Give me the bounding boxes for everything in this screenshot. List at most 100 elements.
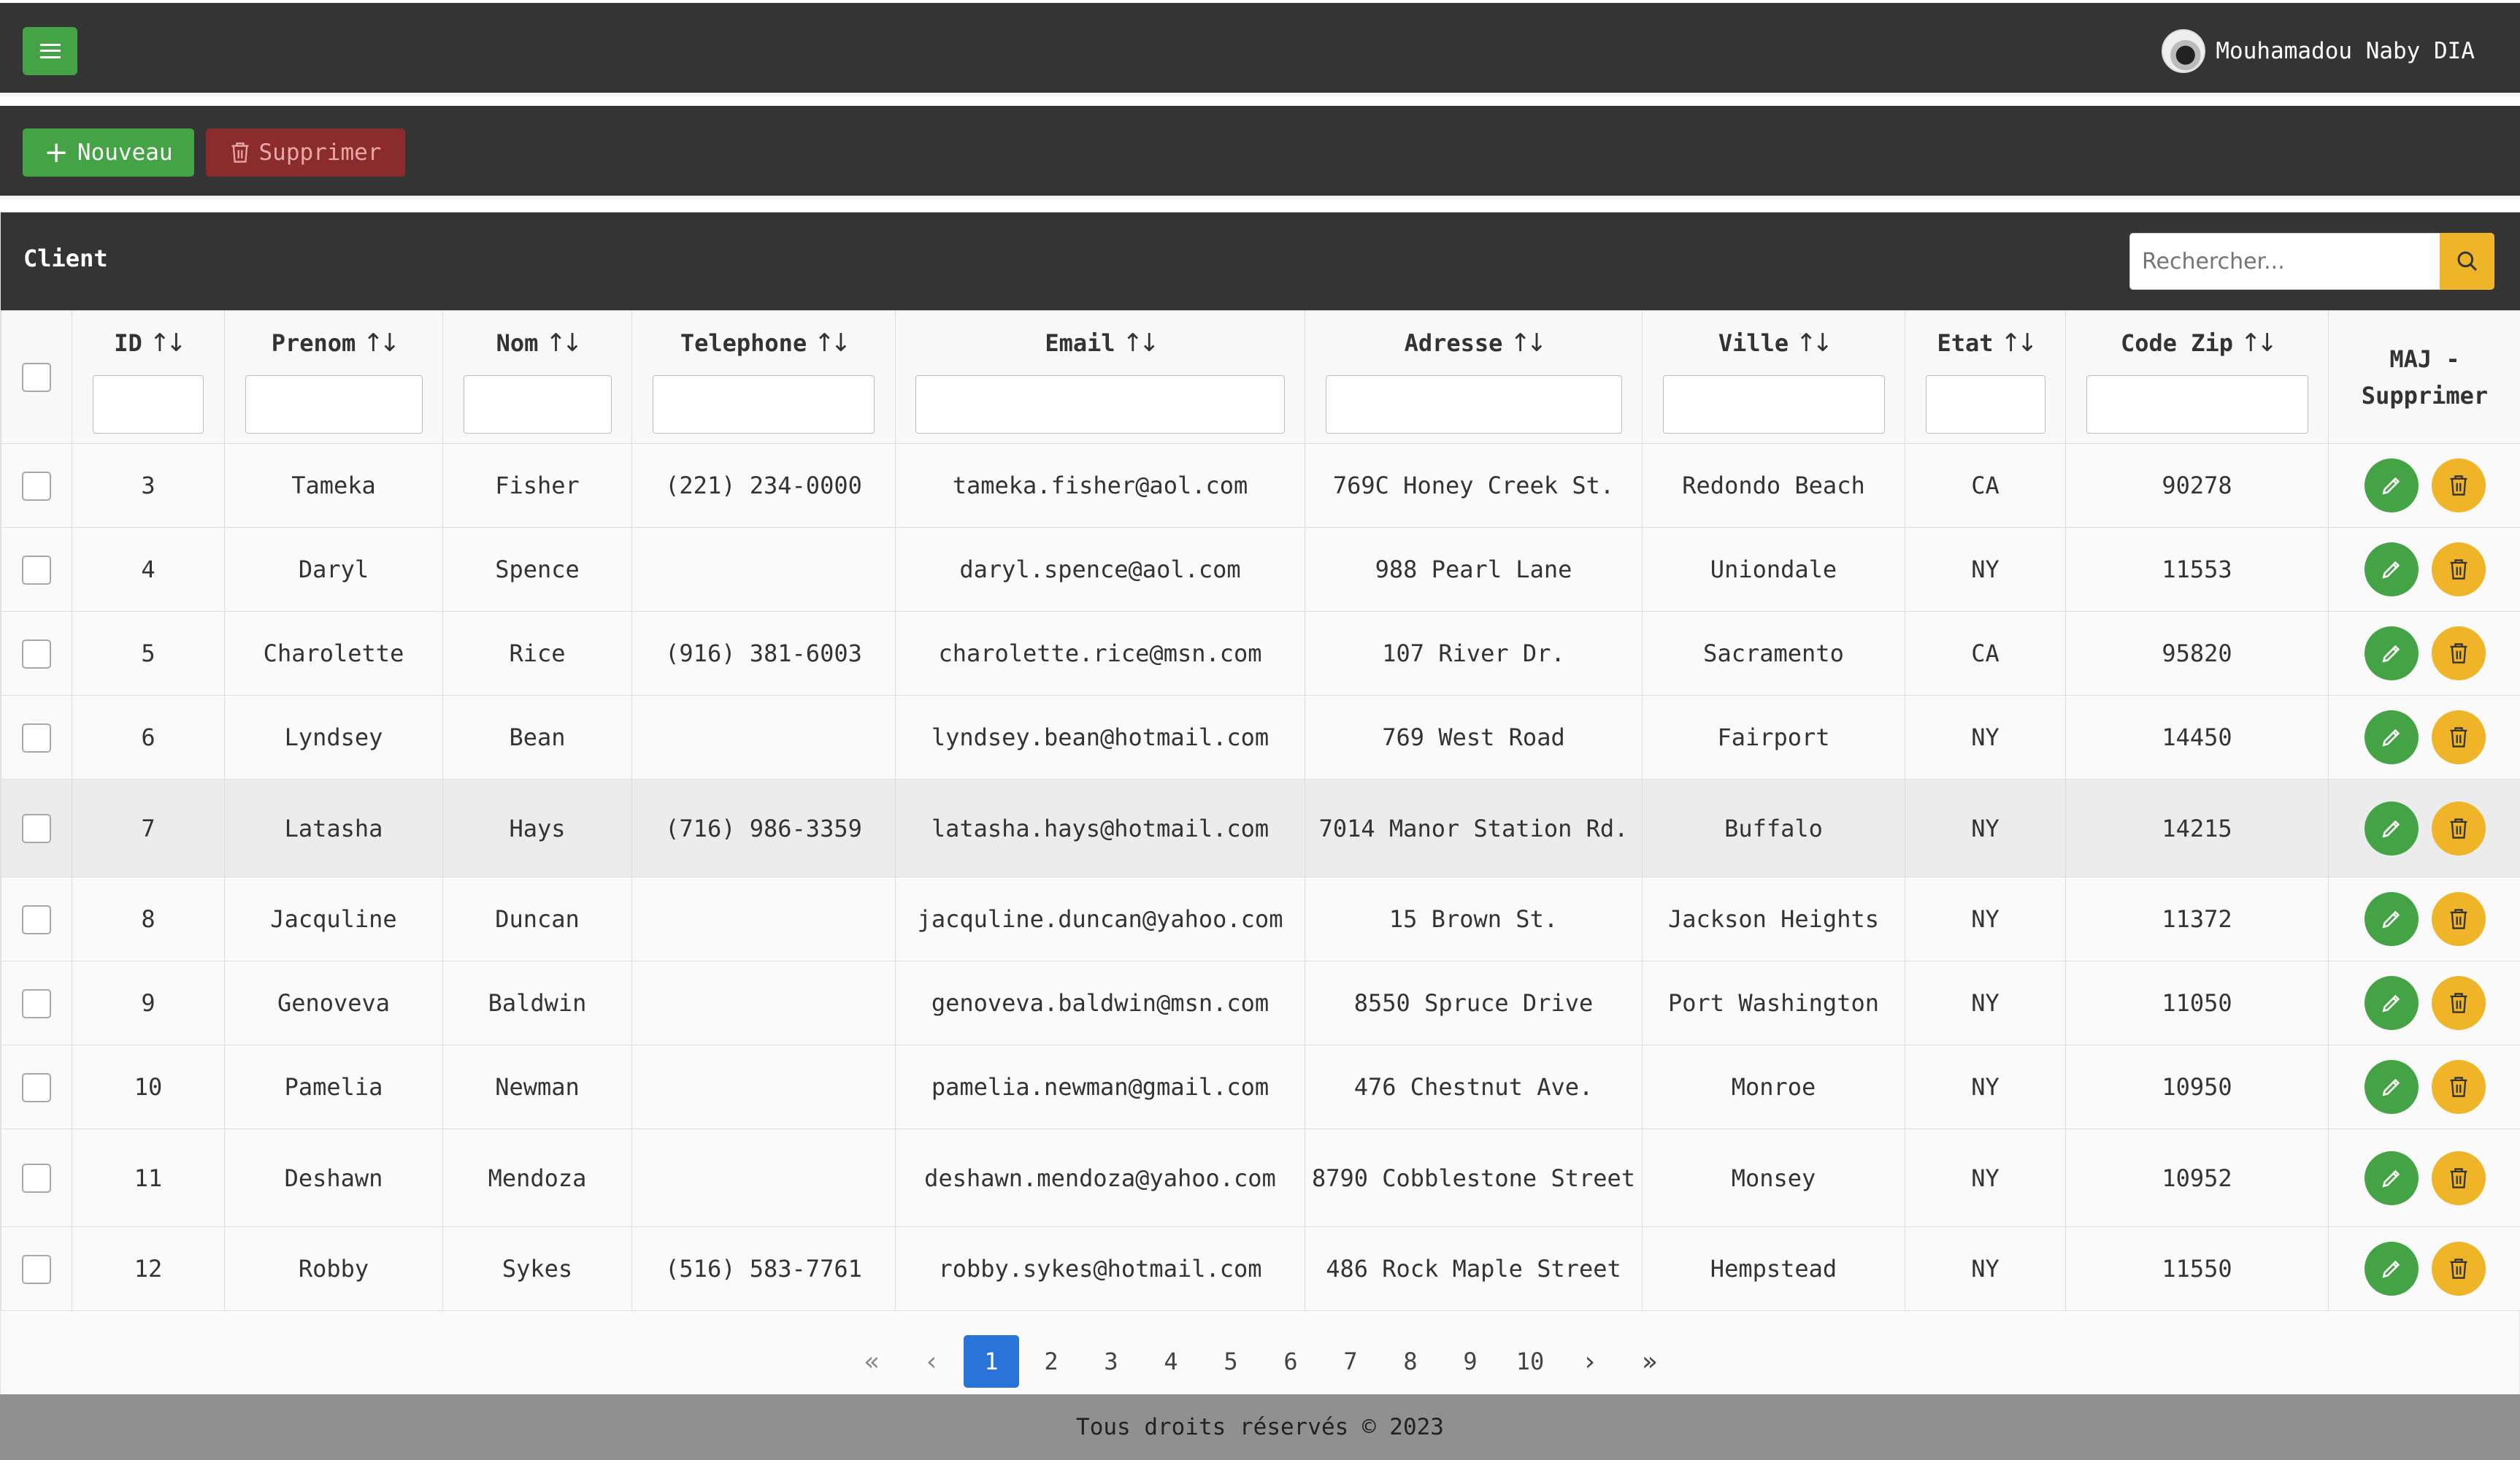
sort-icon: ↑↓ [363,328,400,358]
row-select-cell [1,1129,72,1227]
cell-id: 7 [72,779,225,877]
trash-icon [2450,475,2467,496]
cell-nom: Fisher [442,443,632,528]
filter-input-etat[interactable] [1925,375,2045,434]
row-delete-button[interactable] [2431,892,2486,946]
column-header-etat[interactable]: Etat ↑↓ [1905,310,2066,444]
row-checkbox[interactable] [22,723,51,753]
edit-button[interactable] [2364,892,2419,946]
select-all-checkbox[interactable] [22,363,51,392]
table-row[interactable]: 9 Genoveva Baldwin genoveva.baldwin@msn.com… [1,961,2520,1045]
cell-etat: NY [1905,695,2066,780]
page-button[interactable]: 2 [1023,1335,1079,1388]
row-delete-button[interactable] [2431,1242,2486,1296]
search-button[interactable] [2440,233,2494,290]
row-delete-button[interactable] [2431,542,2486,596]
row-checkbox[interactable] [22,988,51,1018]
page-button[interactable]: 7 [1323,1335,1378,1388]
row-checkbox[interactable] [22,814,51,843]
table-row[interactable]: 3 Tameka Fisher (221) 234-0000 tameka.fisher… [1,443,2520,528]
column-header-telephone[interactable]: Telephone ↑↓ [631,310,896,444]
sort-icon: ↑↓ [1122,328,1160,358]
column-label: Ville [1718,329,1789,357]
page-button[interactable]: 10 [1502,1335,1558,1388]
delete-button[interactable]: Supprimer [206,128,405,177]
page-button[interactable]: 9 [1443,1335,1498,1388]
first-page-icon[interactable]: « [844,1335,899,1388]
row-checkbox[interactable] [22,904,51,934]
cell-ville: Sacramento [1642,611,1905,696]
table-row[interactable]: 12 Robby Sykes (516) 583-7761 robby.sykes@ho… [1,1226,2520,1311]
edit-button[interactable] [2364,542,2419,596]
new-button[interactable]: + Nouveau [23,128,194,177]
filter-input-zip[interactable] [2086,375,2308,434]
column-header-adresse[interactable]: Adresse ↑↓ [1305,310,1643,444]
row-delete-button[interactable] [2431,801,2486,856]
table-row[interactable]: 5 Charolette Rice (916) 381-6003 charolette.… [1,611,2520,696]
row-checkbox[interactable] [22,1164,51,1193]
table-row[interactable]: 7 Latasha Hays (716) 986-3359 latasha.hays@h… [1,779,2520,877]
row-delete-button[interactable] [2431,976,2486,1030]
edit-button[interactable] [2364,1060,2419,1114]
page-button[interactable]: 5 [1203,1335,1259,1388]
filter-input-telephone[interactable] [653,375,875,434]
row-checkbox[interactable] [22,639,51,669]
cell-prenom: Latasha [224,779,443,877]
trash-icon [2450,1259,2467,1279]
table-body: 3 Tameka Fisher (221) 234-0000 tameka.fisher… [1,443,2520,1311]
row-checkbox[interactable] [22,1072,51,1102]
pencil-icon [2382,1078,2400,1096]
table-row[interactable]: 10 Pamelia Newman pamelia.newman@gmail.com 4… [1,1045,2520,1129]
edit-button[interactable] [2364,710,2419,764]
next-page-icon[interactable]: › [1562,1335,1618,1388]
filter-input-nom[interactable] [463,375,612,434]
filter-input-ville[interactable] [1662,375,1885,434]
row-delete-button[interactable] [2431,1060,2486,1114]
page-button[interactable]: 6 [1263,1335,1318,1388]
column-header-email[interactable]: Email ↑↓ [895,310,1305,444]
column-header-nom[interactable]: Nom ↑↓ [442,310,632,444]
column-header-prenom[interactable]: Prenom ↑↓ [224,310,443,444]
filter-input-adresse[interactable] [1325,375,1622,434]
row-delete-button[interactable] [2431,1150,2486,1205]
page-button[interactable]: 3 [1083,1335,1139,1388]
row-checkbox[interactable] [22,1254,51,1284]
table-row[interactable]: 6 Lyndsey Bean lyndsey.bean@hotmail.com 769 … [1,695,2520,780]
prev-page-icon[interactable]: ‹ [904,1335,959,1388]
edit-button[interactable] [2364,976,2419,1030]
row-delete-button[interactable] [2431,458,2486,512]
menu-toggle-button[interactable] [23,27,77,75]
cell-email: lyndsey.bean@hotmail.com [895,695,1305,780]
filter-input-prenom[interactable] [245,375,423,434]
cell-email: latasha.hays@hotmail.com [895,779,1305,877]
edit-button[interactable] [2364,1150,2419,1205]
edit-button[interactable] [2364,801,2419,856]
filter-input-email[interactable] [915,375,1285,434]
row-checkbox[interactable] [22,555,51,585]
table-row[interactable]: 11 Deshawn Mendoza deshawn.mendoza@yahoo.co… [1,1129,2520,1227]
page-button[interactable]: 1 [964,1335,1019,1388]
column-header-id[interactable]: ID ↑↓ [72,310,225,444]
row-delete-button[interactable] [2431,710,2486,764]
cell-id: 3 [72,443,225,528]
row-checkbox[interactable] [22,471,51,501]
column-header-zip[interactable]: Code Zip ↑↓ [2065,310,2329,444]
row-select-cell [1,779,72,877]
edit-button[interactable] [2364,458,2419,512]
column-header-ville[interactable]: Ville ↑↓ [1642,310,1905,444]
user-profile[interactable]: Mouhamadou Naby DIA [2162,29,2475,73]
page-button[interactable]: 8 [1383,1335,1438,1388]
last-page-icon[interactable]: » [1622,1335,1678,1388]
page-button[interactable]: 4 [1143,1335,1199,1388]
cell-nom: Duncan [442,877,632,961]
cell-adresse: 15 Brown St. [1305,877,1643,961]
search-input[interactable] [2129,233,2440,290]
trash-icon [2450,818,2467,839]
table-row[interactable]: 8 Jacquline Duncan jacquline.duncan@yahoo.c… [1,877,2520,961]
trash-icon [2450,559,2467,580]
filter-input-id[interactable] [93,375,204,434]
table-row[interactable]: 4 Daryl Spence daryl.spence@aol.com 988 Pear… [1,527,2520,612]
edit-button[interactable] [2364,626,2419,680]
row-delete-button[interactable] [2431,626,2486,680]
edit-button[interactable] [2364,1242,2419,1296]
